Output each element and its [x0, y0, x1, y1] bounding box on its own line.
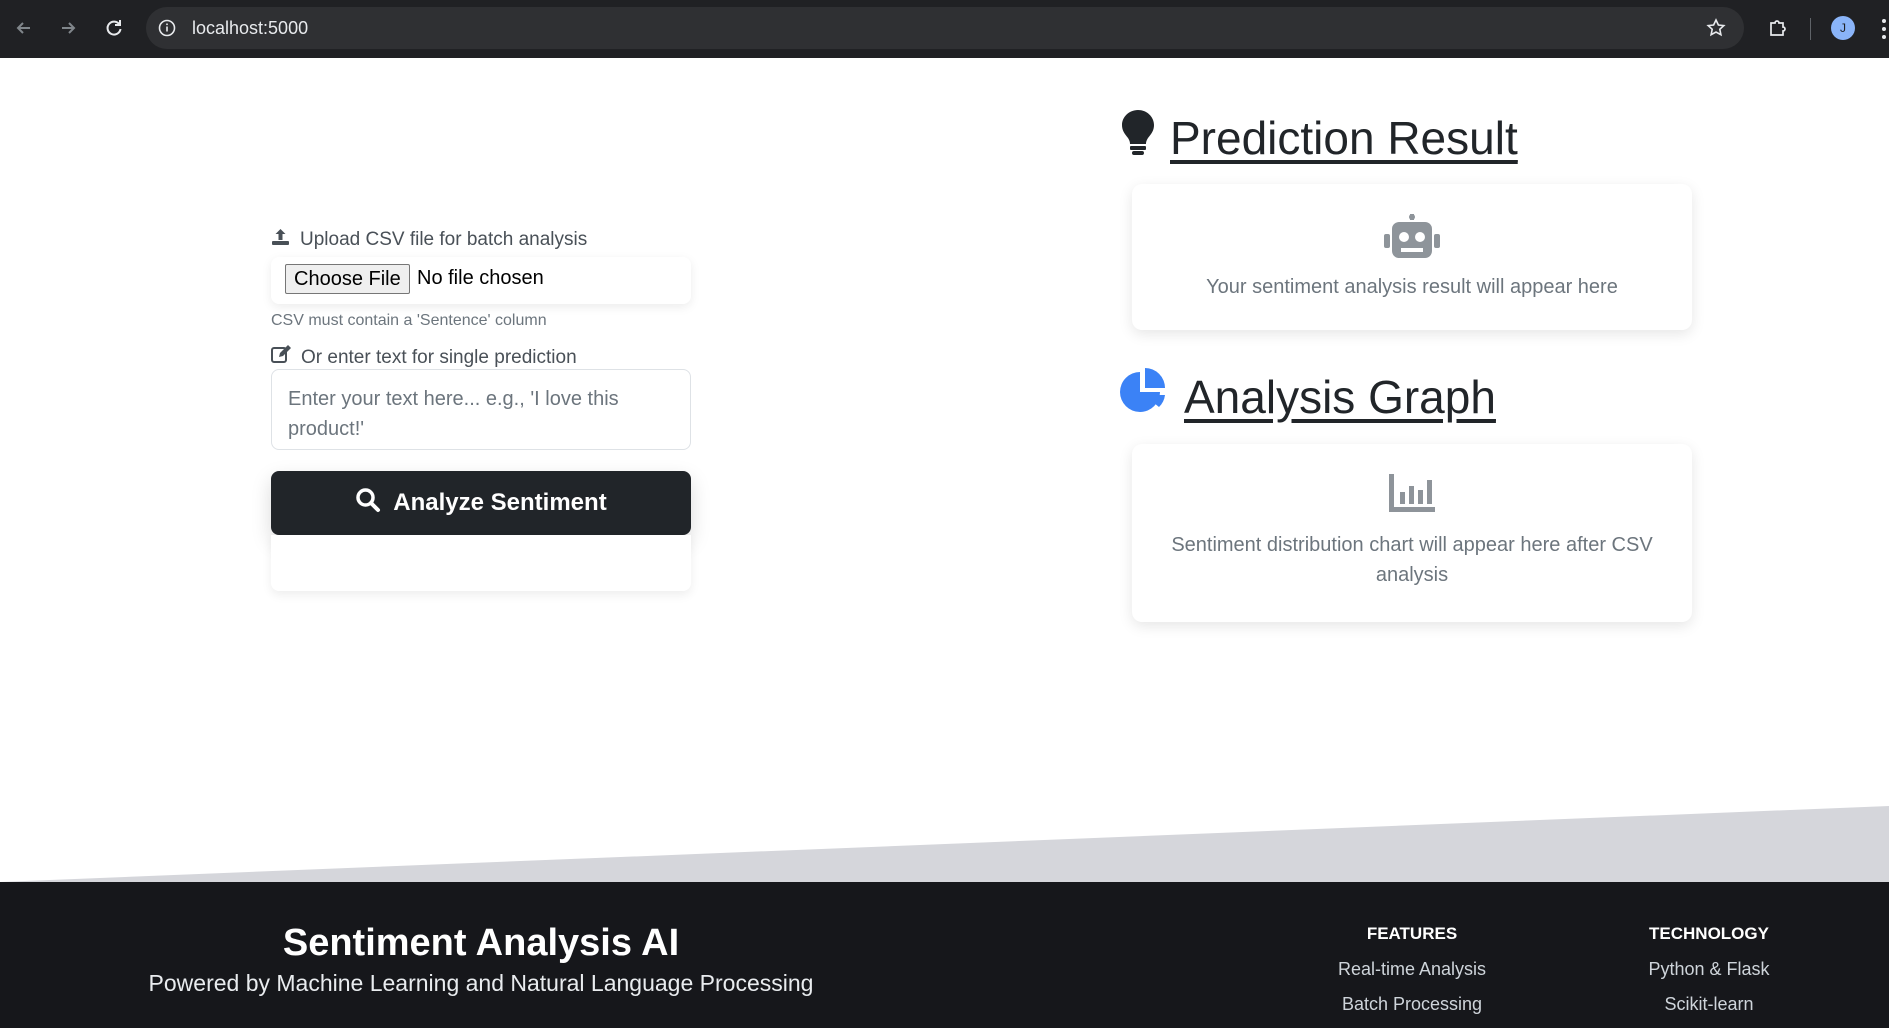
profile-avatar[interactable]: J	[1831, 16, 1855, 40]
footer-link-python[interactable]: Python & Flask	[1589, 959, 1829, 980]
extensions-puzzle-icon[interactable]	[1764, 14, 1792, 42]
footer-link-realtime[interactable]: Real-time Analysis	[1292, 959, 1532, 980]
bar-chart-icon	[1132, 474, 1692, 514]
text-label: Or enter text for single prediction	[271, 345, 577, 370]
graph-message: Sentiment distribution chart will appear…	[1171, 534, 1653, 586]
pie-chart-icon	[1120, 368, 1170, 425]
prediction-title: Prediction Result	[1120, 108, 1518, 167]
upload-label: Upload CSV file for batch analysis	[271, 228, 587, 252]
prediction-message: Your sentiment analysis result will appe…	[1206, 276, 1618, 298]
url-text: localhost:5000	[192, 18, 309, 38]
graph-card: Sentiment distribution chart will appear…	[1132, 444, 1692, 622]
choose-file-button[interactable]: Choose File	[285, 264, 410, 294]
upload-icon	[271, 228, 290, 252]
footer-features-column: FEATURES Real-time Analysis Batch Proces…	[1292, 924, 1532, 1028]
lightbulb-icon	[1120, 108, 1156, 167]
footer-technology-heading: TECHNOLOGY	[1649, 924, 1769, 943]
file-input-card: Choose File No file chosen	[271, 257, 691, 304]
form-card-footer	[271, 535, 691, 591]
back-arrow-icon[interactable]	[8, 12, 40, 44]
robot-icon	[1132, 214, 1692, 260]
forward-arrow-icon[interactable]	[52, 12, 84, 44]
footer-tagline: Powered by Machine Learning and Natural …	[148, 970, 814, 996]
search-icon	[355, 487, 381, 520]
prediction-title-text: Prediction Result	[1170, 111, 1518, 164]
toolbar-divider	[1810, 18, 1811, 40]
analyze-button-label: Analyze Sentiment	[393, 489, 607, 516]
text-input[interactable]: Enter your text here... e.g., 'I love th…	[271, 369, 691, 450]
footer-link-batch[interactable]: Batch Processing	[1292, 994, 1532, 1015]
bookmark-star-icon[interactable]	[1704, 16, 1728, 40]
graph-title-text: Analysis Graph	[1184, 370, 1496, 423]
csv-hint: CSV must contain a 'Sentence' column	[271, 312, 547, 329]
file-status: No file chosen	[417, 267, 544, 289]
footer-link-sklearn[interactable]: Scikit-learn	[1589, 994, 1829, 1015]
reload-icon[interactable]	[98, 12, 130, 44]
analyze-button[interactable]: Analyze Sentiment	[271, 471, 691, 535]
prediction-card: Your sentiment analysis result will appe…	[1132, 184, 1692, 330]
text-label-text: Or enter text for single prediction	[301, 346, 577, 368]
footer-brand: Sentiment Analysis AI	[282, 922, 680, 964]
browser-toolbar: localhost:5000 J	[0, 0, 1889, 58]
footer-slant-divider	[0, 806, 1889, 882]
footer-features-heading: FEATURES	[1366, 924, 1458, 943]
menu-kebab-icon[interactable]	[1878, 14, 1889, 44]
upload-label-text: Upload CSV file for batch analysis	[300, 229, 588, 250]
footer-technology-column: TECHNOLOGY Python & Flask Scikit-learn	[1589, 924, 1829, 1028]
footer: Sentiment Analysis AI Powered by Machine…	[0, 882, 1889, 1028]
address-bar[interactable]: localhost:5000	[146, 7, 1744, 49]
site-info-icon[interactable]	[156, 17, 178, 39]
edit-icon	[271, 345, 291, 370]
graph-title: Analysis Graph	[1120, 368, 1496, 425]
